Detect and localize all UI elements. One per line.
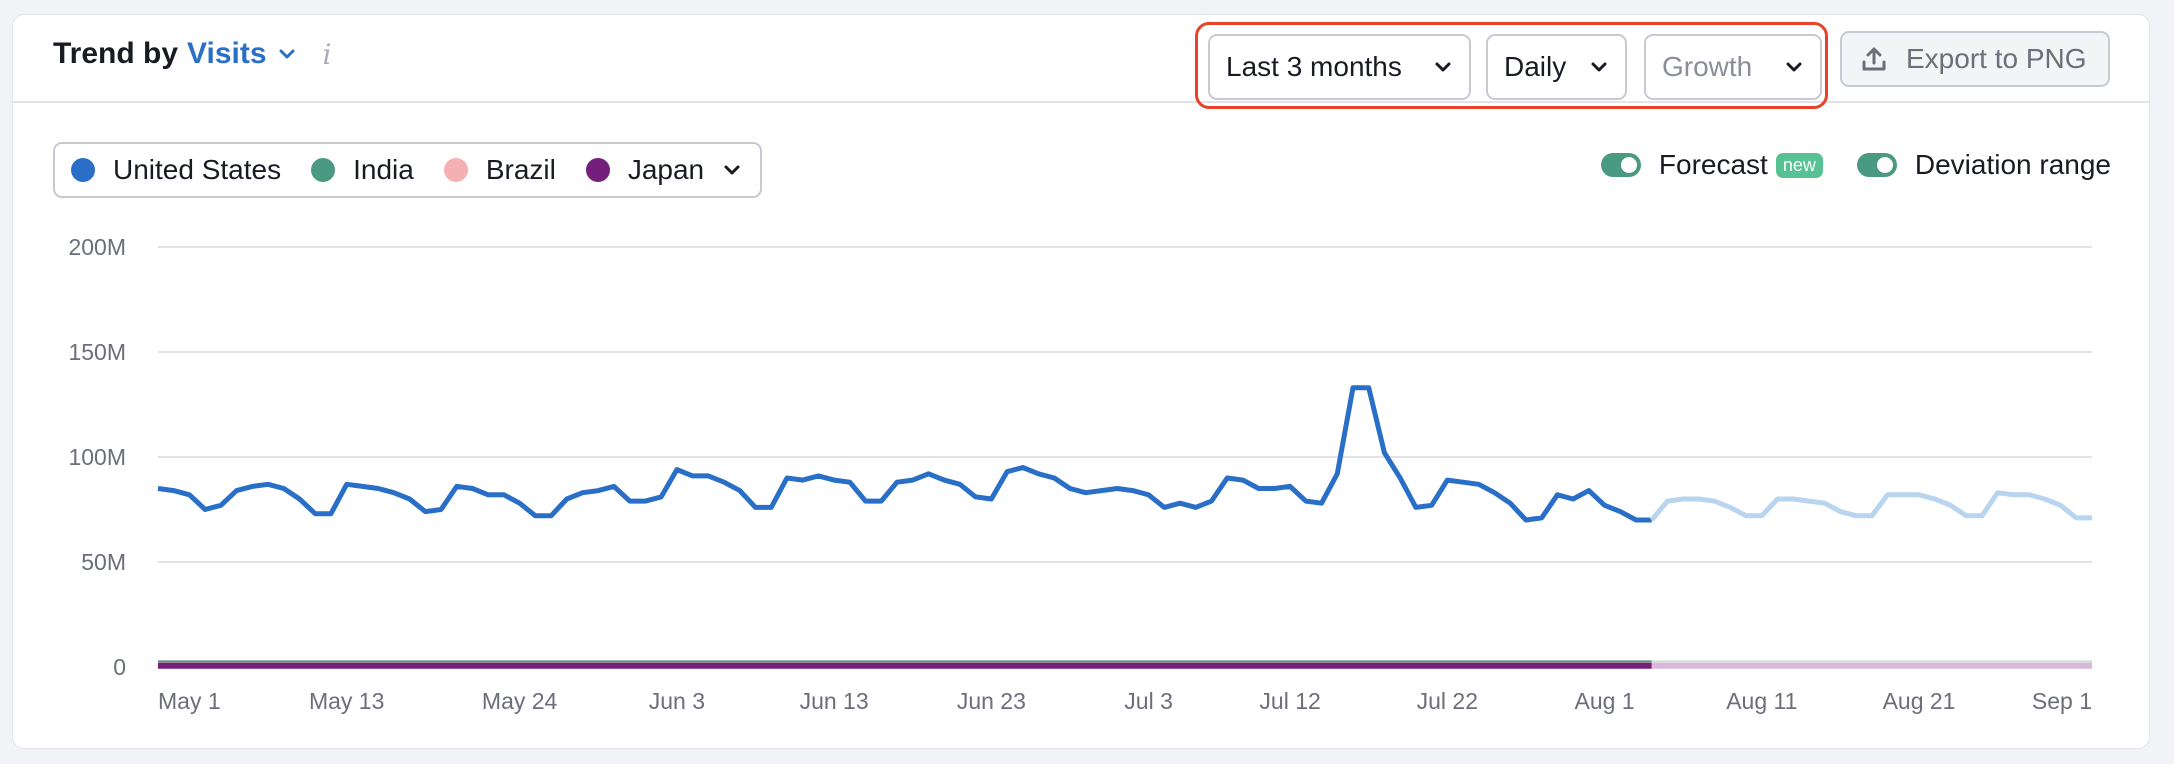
trend-line-chart: 0 50M 100M 150M 200M May 1 May 13 May 24 Jun 3 Ju…	[68, 234, 2092, 714]
x-tick-label: Jul 3	[1124, 688, 1173, 714]
x-tick-label: Jun 13	[800, 688, 869, 714]
y-tick-label: 0	[113, 654, 126, 680]
x-tick-label: Aug 1	[1575, 688, 1635, 714]
x-tick-label: Jun 23	[957, 688, 1026, 714]
x-tick-label: Jul 12	[1259, 688, 1320, 714]
y-tick-label: 150M	[68, 339, 126, 365]
x-tick-label: May 1	[158, 688, 221, 714]
x-tick-label: Jun 3	[649, 688, 705, 714]
series-line-united-states	[157, 385, 1652, 523]
x-tick-label: Aug 21	[1883, 688, 1956, 714]
x-tick-label: May 24	[482, 688, 558, 714]
x-tick-label: Jul 22	[1417, 688, 1478, 714]
x-tick-label: May 13	[309, 688, 384, 714]
y-tick-label: 100M	[68, 444, 126, 470]
y-tick-label: 50M	[81, 549, 126, 575]
y-tick-label: 200M	[68, 234, 126, 260]
forecast-line-united-states	[1649, 490, 2092, 522]
x-tick-label: Sep 1	[2032, 688, 2092, 714]
x-tick-label: Aug 11	[1726, 688, 1797, 714]
